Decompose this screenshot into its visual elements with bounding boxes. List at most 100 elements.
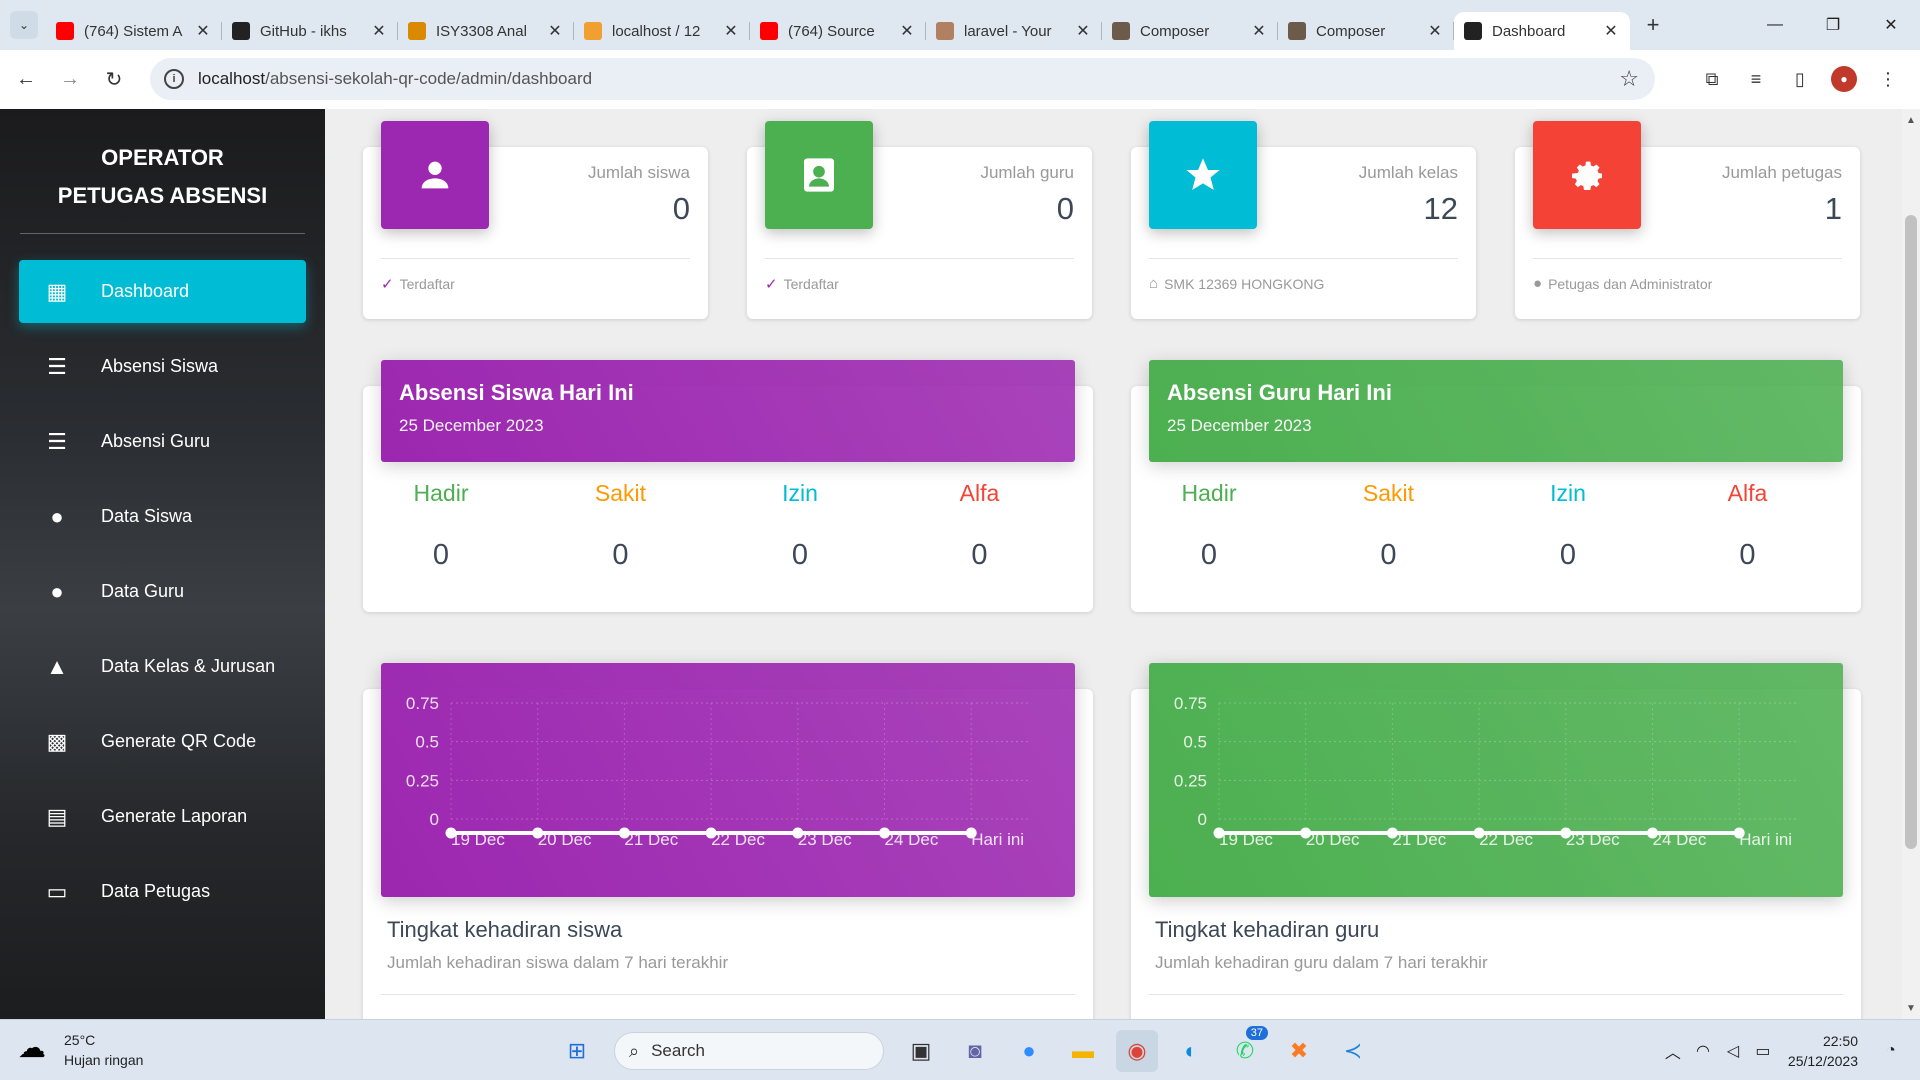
tab-close-icon[interactable]: ✕	[194, 21, 212, 41]
stat-footer-text: SMK 12369 HONGKONG	[1164, 275, 1325, 292]
person-icon: ●	[1533, 275, 1543, 292]
tab-close-icon[interactable]: ✕	[1602, 21, 1620, 41]
clock-time: 22:50	[1822, 1033, 1858, 1049]
browser-tab[interactable]: ISY3308 Anal ✕	[398, 12, 574, 50]
sidebar-item-generate-qr-code[interactable]: ▩ Generate QR Code	[19, 710, 306, 773]
chart-data-point	[1473, 827, 1485, 839]
chart-y-tick-label: 0.5	[415, 733, 439, 752]
zoom-icon[interactable]: ●	[1008, 1030, 1050, 1072]
browser-tab[interactable]: Dashboard ✕	[1454, 12, 1630, 50]
stat-card: Jumlah guru 0 ✓ Terdaftar	[747, 121, 1092, 319]
sidebar-item-data-petugas[interactable]: ▭ Data Petugas	[19, 860, 306, 923]
wifi-icon[interactable]: ◠	[1688, 1041, 1718, 1061]
bookmark-star-icon[interactable]: ☆	[1619, 66, 1639, 92]
battery-icon[interactable]: ▭	[1748, 1041, 1778, 1061]
extensions-icon[interactable]: ⧉	[1690, 63, 1734, 95]
address-bar[interactable]: i localhost/absensi-sekolah-qr-code/admi…	[150, 58, 1655, 100]
browser-tab[interactable]: (764) Sistem A ✕	[46, 12, 222, 50]
tab-close-icon[interactable]: ✕	[370, 21, 388, 41]
chart-y-tick-label: 0	[430, 810, 439, 829]
page-viewport: OPERATOR PETUGAS ABSENSI ▦ Dashboard ☰ Abse…	[0, 109, 1920, 1019]
tab-close-icon[interactable]: ✕	[546, 21, 564, 41]
whatsapp-icon[interactable]: ✆ 37	[1224, 1026, 1268, 1072]
profile-avatar[interactable]: ●	[1831, 66, 1857, 92]
stat-card: Jumlah kelas 12 ⌂ SMK 12369 HONGKONG	[1131, 121, 1476, 319]
attendance-hadir: Hadir 0	[1119, 480, 1299, 572]
checklist-icon: ☰	[47, 428, 67, 454]
tab-close-icon[interactable]: ✕	[1074, 21, 1092, 41]
browser-tab[interactable]: (764) Source ✕	[750, 12, 926, 50]
side-panel-icon[interactable]: ▯	[1778, 63, 1822, 95]
forward-icon[interactable]: →	[52, 62, 88, 98]
sidebar-item-absensi-siswa[interactable]: ☰ Absensi Siswa	[19, 335, 306, 398]
volume-icon[interactable]: ◁	[1718, 1041, 1748, 1061]
attendance-alfa: Alfa 0	[1658, 480, 1838, 572]
scrollbar-thumb[interactable]	[1905, 215, 1917, 849]
new-tab-button[interactable]: +	[1638, 10, 1668, 40]
tab-close-icon[interactable]: ✕	[722, 21, 740, 41]
sidebar-item-label: Data Petugas	[101, 881, 211, 901]
chart-footer-divider	[381, 994, 1075, 995]
url-text[interactable]: localhost/absensi-sekolah-qr-code/admin/…	[198, 69, 592, 89]
more-menu-icon[interactable]: ⋮	[1866, 63, 1910, 95]
edge-icon[interactable]: ◐	[1170, 1030, 1212, 1072]
sidebar-item-data-guru[interactable]: ● Data Guru	[19, 560, 306, 623]
file-explorer-icon[interactable]: ▬	[1062, 1030, 1104, 1072]
browser-tab-bar: ⌄ (764) Sistem A ✕ GitHub - ikhs ✕ ISY3308 A…	[0, 0, 1920, 50]
xampp-icon[interactable]: ✖	[1278, 1030, 1320, 1072]
chart-panel: 0.75 0.5 0.25 0 19 Dec 20 Dec 21 Dec 22 Dec 23 D…	[1149, 663, 1843, 897]
clock[interactable]: 22:50 25/12/2023	[1788, 1031, 1858, 1071]
back-icon[interactable]: ←	[8, 62, 44, 98]
reload-icon[interactable]: ↻	[96, 62, 132, 98]
browser-tab[interactable]: laravel - Your ✕	[926, 12, 1102, 50]
tab-search-button[interactable]: ⌄	[10, 11, 38, 39]
tab-title: Dashboard	[1492, 22, 1566, 40]
attendance-status-count: 0	[1380, 539, 1397, 571]
scroll-down-arrow-icon[interactable]: ▼	[1902, 999, 1920, 1017]
site-info-icon[interactable]: i	[164, 69, 184, 89]
chart-data-point	[1213, 827, 1225, 839]
browser-tab[interactable]: Composer ✕	[1278, 12, 1454, 50]
browser-tab[interactable]: Composer ✕	[1102, 12, 1278, 50]
page-scrollbar[interactable]: ▲ ▼	[1902, 109, 1920, 1019]
dashboard-icon: ▦	[46, 278, 68, 304]
weather-widget[interactable]: ☁ 25°C Hujan ringan	[18, 1030, 143, 1070]
task-view-icon[interactable]: ▣	[900, 1030, 942, 1072]
restore-icon[interactable]: ❐	[1804, 0, 1862, 50]
chart-data-point	[965, 827, 977, 839]
vscode-icon[interactable]: ≺	[1332, 1030, 1374, 1072]
stat-label: Jumlah petugas	[1721, 163, 1842, 182]
start-windows-icon[interactable]: ⊞	[556, 1030, 598, 1072]
stat-label: Jumlah siswa	[587, 163, 690, 182]
chrome-icon[interactable]: ◉	[1116, 1030, 1158, 1072]
taskbar-search[interactable]: ⌕ Search	[614, 1032, 884, 1070]
teams-chat-icon[interactable]: ◙	[954, 1030, 996, 1072]
chart-y-tick-label: 0.75	[406, 694, 439, 713]
tab-close-icon[interactable]: ✕	[1250, 21, 1268, 41]
close-window-icon[interactable]: ✕	[1862, 0, 1920, 50]
sidebar: OPERATOR PETUGAS ABSENSI ▦ Dashboard ☰ Abse…	[0, 109, 325, 1019]
sidebar-item-label: Generate Laporan	[101, 806, 248, 826]
attendance-status-label: Sakit	[1362, 480, 1415, 506]
sidebar-item-data-kelas-jurusan[interactable]: ▲ Data Kelas & Jurusan	[19, 635, 306, 698]
attendance-card-header: Absensi Siswa Hari Ini 25 December 2023	[381, 360, 1075, 462]
sidebar-brand[interactable]: OPERATOR PETUGAS ABSENSI	[20, 139, 305, 215]
sidebar-item-generate-laporan[interactable]: ▤ Generate Laporan	[19, 785, 306, 848]
notification-bell-icon[interactable]: ◔	[1876, 1042, 1906, 1060]
browser-tab[interactable]: localhost / 12 ✕	[574, 12, 750, 50]
stat-value: 0	[672, 191, 690, 226]
browser-tab[interactable]: GitHub - ikhs ✕	[222, 12, 398, 50]
attendance-status-label: Izin	[1550, 480, 1586, 506]
tab-close-icon[interactable]: ✕	[898, 21, 916, 41]
sidebar-item-dashboard[interactable]: ▦ Dashboard	[19, 260, 306, 323]
tray-overflow-icon[interactable]: ︿	[1658, 1039, 1688, 1063]
sidebar-item-absensi-guru[interactable]: ☰ Absensi Guru	[19, 410, 306, 473]
taskbar-search-label: Search	[651, 1041, 705, 1060]
chart-title: Tingkat kehadiran siswa	[387, 917, 623, 942]
media-controls-icon[interactable]: ≡	[1734, 63, 1778, 95]
chart-data-point	[1560, 827, 1572, 839]
minimize-icon[interactable]: —	[1746, 0, 1804, 50]
scroll-up-arrow-icon[interactable]: ▲	[1902, 111, 1920, 129]
tab-close-icon[interactable]: ✕	[1426, 21, 1444, 41]
sidebar-item-data-siswa[interactable]: ● Data Siswa	[19, 485, 306, 548]
